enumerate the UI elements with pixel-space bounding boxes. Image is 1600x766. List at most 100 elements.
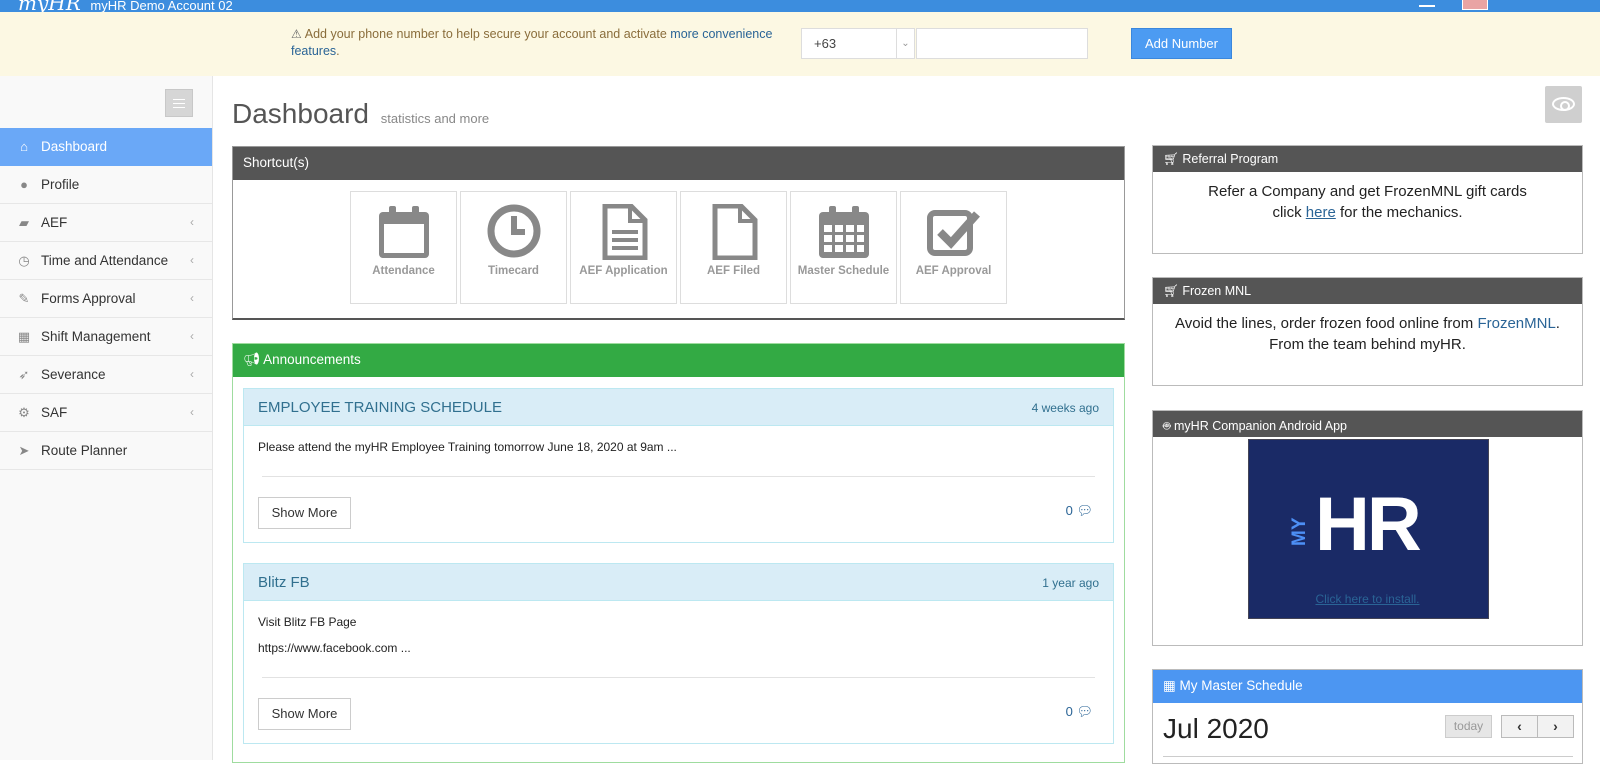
show-more-button[interactable]: Show More [258, 497, 351, 529]
show-more-button[interactable]: Show More [258, 698, 351, 730]
frozenmnl-link[interactable]: FrozenMNL [1477, 315, 1555, 332]
folder-open-icon: ▰ [19, 215, 29, 230]
gear-icon: ⚙ [18, 405, 30, 420]
sidebar-item-severance[interactable]: ➶ Severance ‹ [0, 356, 212, 394]
prev-month-button[interactable]: ‹ [1501, 715, 1538, 738]
chevron-left-icon: ‹ [190, 215, 194, 229]
comments-icon: 💬︎ [1076, 503, 1093, 518]
chevron-left-icon: ‹ [190, 291, 194, 305]
next-month-button[interactable]: › [1537, 715, 1574, 738]
comment-count[interactable]: 0 💬︎ [1066, 503, 1093, 519]
frozen-mnl-header: 🛒︎ Frozen MNL [1153, 278, 1582, 304]
today-button[interactable]: today [1445, 715, 1492, 738]
page-subtitle: statistics and more [380, 111, 490, 126]
sidebar-item-shift-management[interactable]: ▦ Shift Management ‹ [0, 318, 212, 356]
shortcut-attendance[interactable]: Attendance [350, 191, 457, 304]
account-name: myHR Demo Account 02 [90, 0, 233, 12]
announcements-panel: 📢︎ Announcements EMPLOYEE TRAINING SCHED… [232, 343, 1125, 763]
top-navbar: myHR myHR Demo Account 02 [0, 0, 1600, 12]
shortcut-aef-approval[interactable]: AEF Approval [900, 191, 1007, 304]
sidebar-item-aef[interactable]: ▰ AEF ‹ [0, 204, 212, 242]
clock-icon [487, 204, 541, 258]
shortcut-timecard[interactable]: Timecard [460, 191, 567, 304]
frozen-mnl-text: Avoid the lines, order frozen food onlin… [1175, 315, 1560, 353]
notifications-icon[interactable] [1419, 0, 1435, 7]
divider [262, 476, 1095, 477]
shortcut-aef-filed[interactable]: AEF Filed [680, 191, 787, 304]
referral-program-panel: 🛒︎ Referral Program Refer a Company and … [1152, 145, 1583, 254]
companion-app-header: 🤖︎ myHR Companion Android App [1153, 411, 1582, 437]
companion-app-panel: 🤖︎ myHR Companion Android App MY HR Clic… [1152, 410, 1583, 646]
chevron-left-icon: ‹ [190, 329, 194, 343]
master-schedule-panel: ▦ My Master Schedule Jul 2020 today ‹ › [1152, 669, 1583, 764]
sidebar-item-saf[interactable]: ⚙ SAF ‹ [0, 394, 212, 432]
avatar[interactable] [1462, 0, 1488, 10]
sidebar-item-dashboard[interactable]: ⌂ Dashboard [0, 128, 212, 166]
calendar-grid-icon [819, 206, 869, 258]
warning-icon: ⚠ [291, 27, 302, 41]
sidebar-item-forms-approval[interactable]: ✎ Forms Approval ‹ [0, 280, 212, 318]
user-icon: ● [20, 177, 28, 192]
location-arrow-icon: ➤ [18, 443, 30, 458]
calendar-icon [379, 206, 429, 258]
sidebar-item-profile[interactable]: ● Profile [0, 166, 212, 204]
eye-icon [1552, 97, 1575, 111]
sidebar-toggle-button[interactable] [165, 89, 193, 117]
announcement-header: Blitz FB 1 year ago [244, 564, 1113, 601]
comments-icon: 💬︎ [1076, 704, 1093, 719]
rocket-icon: ➶ [18, 367, 30, 382]
menu-icon [173, 99, 185, 108]
phone-number-banner: ⚠ Add your phone number to help secure yo… [0, 12, 1600, 76]
file-icon [712, 204, 758, 260]
sidebar-nav: ⌂ Dashboard ● Profile ▰ AEF ‹ ◷ Time and… [0, 128, 212, 470]
country-code-select[interactable]: +63 ⌄ [801, 28, 915, 59]
check-square-icon [927, 210, 980, 256]
add-number-button[interactable]: Add Number [1131, 28, 1232, 59]
announcement-header: EMPLOYEE TRAINING SCHEDULE 4 weeks ago [244, 389, 1113, 426]
page-title: Dashboard statistics and more [232, 98, 490, 129]
chevron-down-icon: ⌄ [896, 29, 914, 58]
sidebar: ⌂ Dashboard ● Profile ▰ AEF ‹ ◷ Time and… [0, 76, 213, 760]
shopping-cart-icon: 🛒︎ [1163, 284, 1179, 298]
calendar-grid [1163, 756, 1573, 766]
referral-text: Refer a Company and get FrozenMNL gift c… [1208, 183, 1527, 221]
clock-icon: ◷ [18, 253, 30, 268]
referral-mechanics-link[interactable]: here [1306, 204, 1336, 221]
announcement-body: Please attend the myHR Employee Training… [258, 440, 677, 454]
banner-message: ⚠ Add your phone number to help secure yo… [291, 27, 773, 58]
shortcuts-header: Shortcut(s) [233, 147, 1124, 180]
shortcut-aef-application[interactable]: AEF Application [570, 191, 677, 304]
calendar-icon: ▦ [1163, 678, 1176, 693]
announcement-date: 4 weeks ago [1031, 401, 1099, 415]
announcements-header: 📢︎ Announcements [233, 344, 1124, 377]
home-icon: ⌂ [20, 139, 28, 154]
calendar-icon: ▦ [17, 329, 31, 344]
android-icon: 🤖︎ [1163, 419, 1171, 433]
announcement-date: 1 year ago [1042, 576, 1099, 590]
announcement-body: Visit Blitz FB Page https://www.facebook… [258, 615, 411, 655]
shopping-cart-icon: 🛒︎ [1163, 152, 1179, 166]
file-text-icon [602, 204, 648, 260]
phone-number-input[interactable] [916, 28, 1088, 59]
chevron-left-icon: ‹ [190, 405, 194, 419]
frozen-mnl-panel: 🛒︎ Frozen MNL Avoid the lines, order fro… [1152, 277, 1583, 386]
announcement-title[interactable]: EMPLOYEE TRAINING SCHEDULE [258, 399, 502, 416]
brand[interactable]: myHR myHR Demo Account 02 [18, 0, 233, 12]
comment-count[interactable]: 0 💬︎ [1066, 704, 1093, 720]
divider [262, 677, 1095, 678]
shortcuts-panel: Shortcut(s) Attendance Timecard AEF Appl… [232, 146, 1125, 320]
chevron-left-icon: ‹ [190, 367, 194, 381]
announcement-post: Blitz FB 1 year ago Visit Blitz FB Page … [243, 563, 1114, 744]
sidebar-item-time-and-attendance[interactable]: ◷ Time and Attendance ‹ [0, 242, 212, 280]
referral-header: 🛒︎ Referral Program [1153, 146, 1582, 172]
sidebar-item-route-planner[interactable]: ➤ Route Planner [0, 432, 212, 470]
toggle-visibility-button[interactable] [1545, 86, 1582, 123]
install-app-link[interactable]: Click here to install. [1153, 592, 1582, 606]
calendar-month-title: Jul 2020 [1163, 713, 1269, 744]
master-schedule-header: ▦ My Master Schedule [1153, 670, 1582, 703]
pencil-icon: ✎ [18, 291, 30, 306]
shortcut-master-schedule[interactable]: Master Schedule [790, 191, 897, 304]
announcement-post: EMPLOYEE TRAINING SCHEDULE 4 weeks ago P… [243, 388, 1114, 543]
announcement-title[interactable]: Blitz FB [258, 574, 310, 591]
app-logo: myHR [18, 0, 81, 12]
